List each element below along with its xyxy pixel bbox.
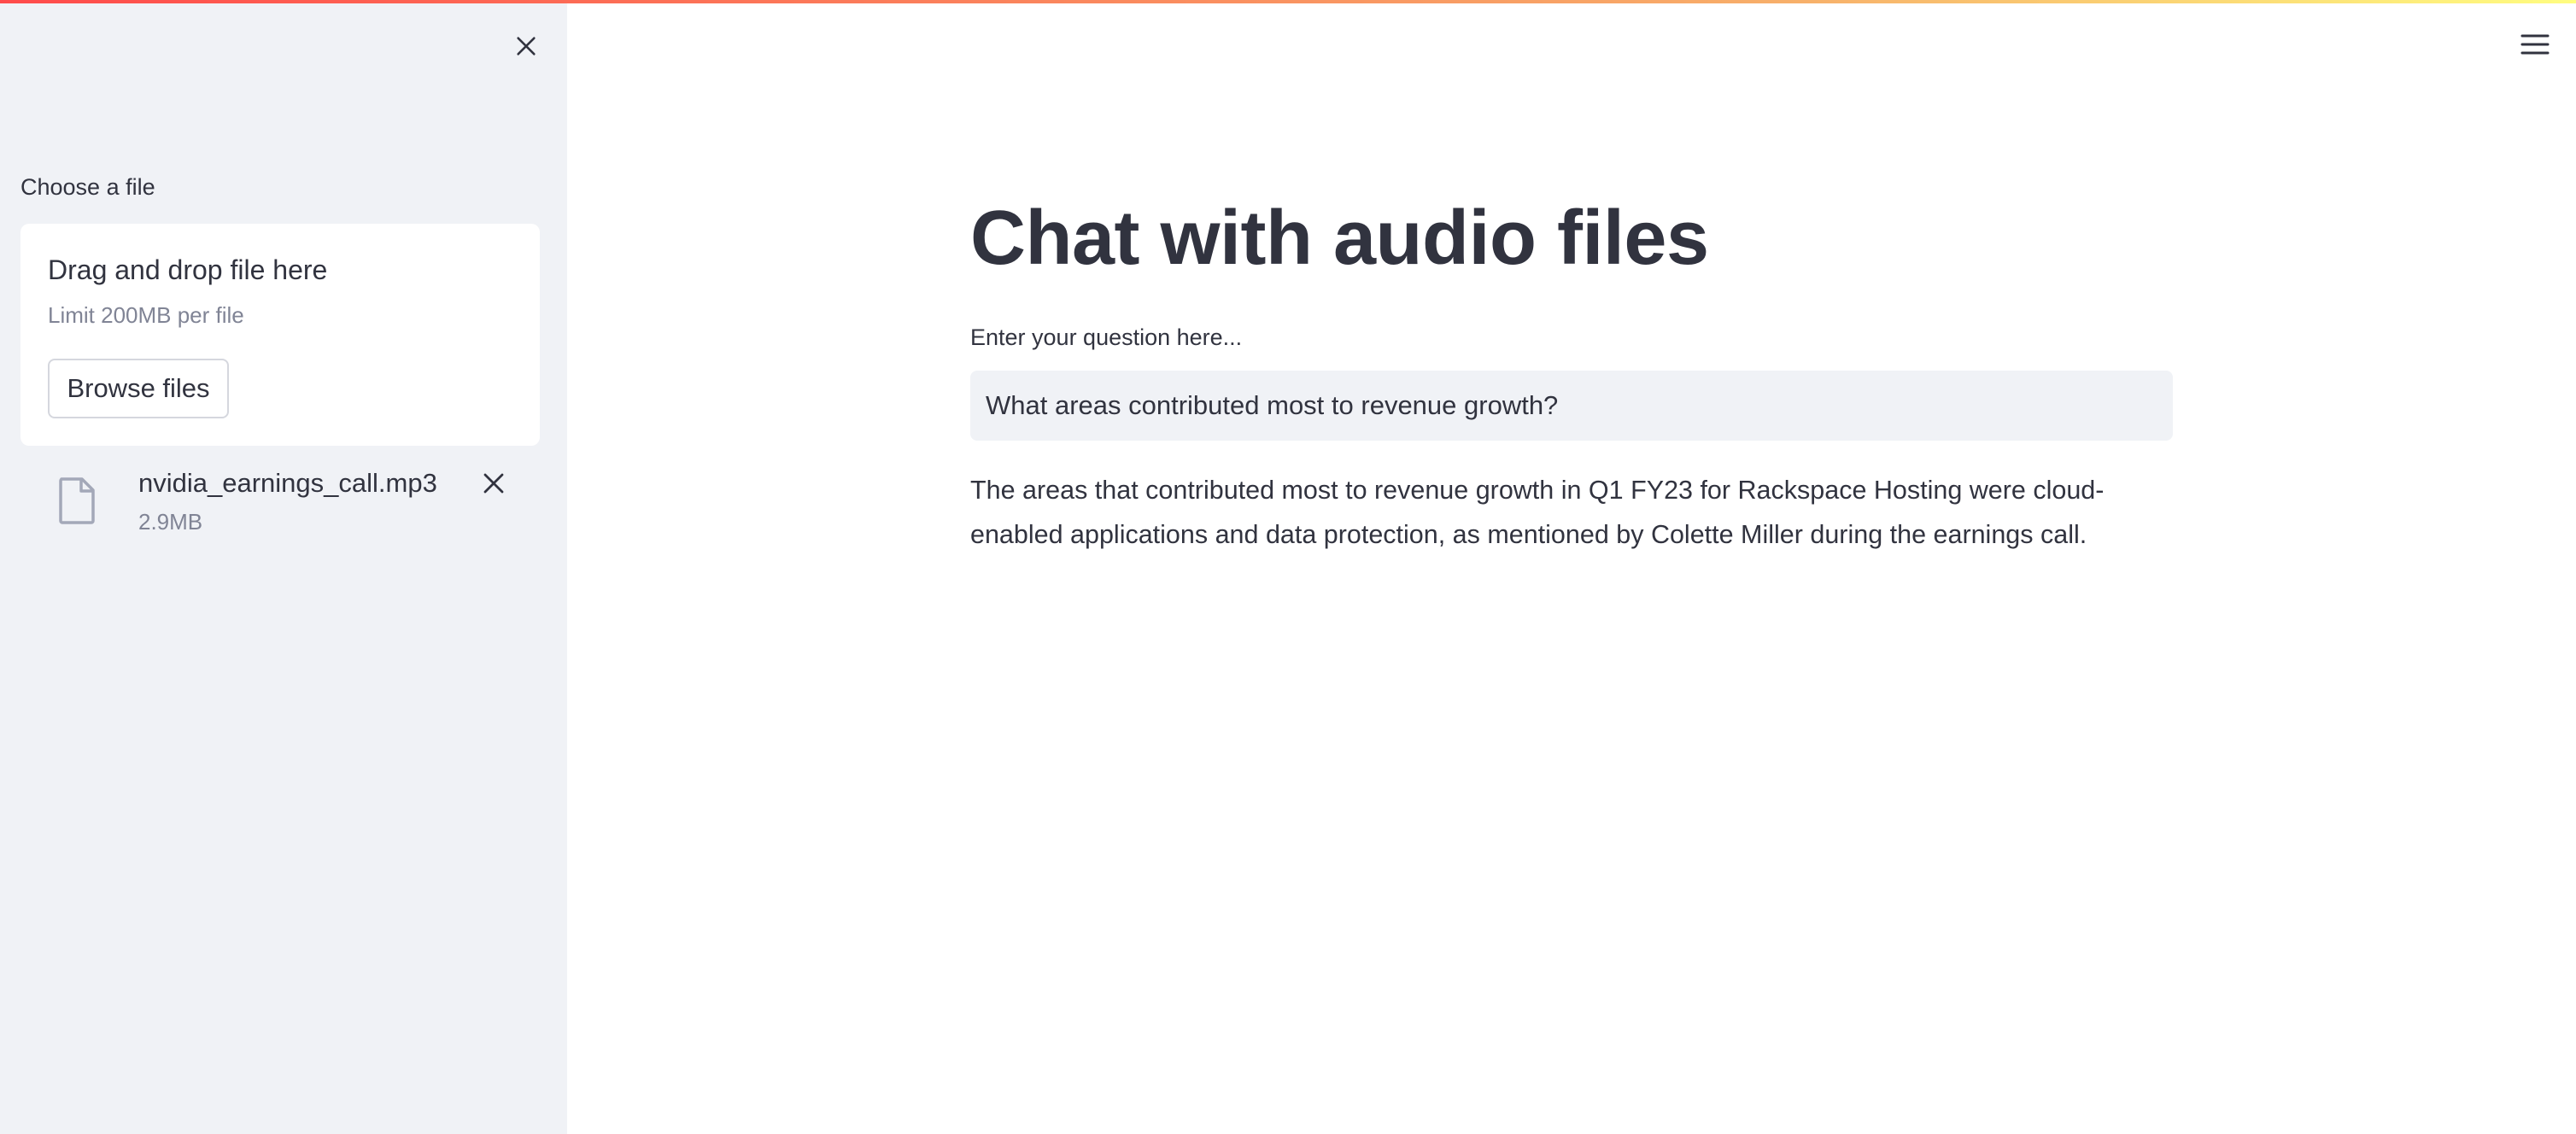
file-uploader-label: Choose a file (20, 174, 155, 200)
sidebar-close-button[interactable] (509, 29, 543, 63)
dropzone-title: Drag and drop file here (48, 254, 328, 285)
question-input-label: Enter your question here... (970, 324, 1243, 350)
sidebar: Choose a file Drag and drop file here Li… (0, 0, 567, 1134)
question-input[interactable] (970, 371, 2173, 441)
browse-files-button[interactable]: Browse files (48, 359, 229, 418)
hamburger-menu-icon (2520, 34, 2550, 55)
close-icon (483, 473, 504, 494)
uploaded-file-size: 2.9MB (138, 509, 203, 535)
answer-text: The areas that contributed most to reven… (970, 476, 2105, 549)
file-dropzone[interactable]: Drag and drop file here Limit 200MB per … (20, 224, 540, 446)
main-menu-button[interactable] (2516, 27, 2554, 61)
uploaded-file-item: nvidia_earnings_call.mp3 2.9MB (20, 461, 540, 555)
uploaded-file-name: nvidia_earnings_call.mp3 (138, 468, 437, 498)
file-icon (59, 477, 95, 524)
close-icon (517, 37, 536, 56)
main-content: Chat with audio files Enter your questio… (970, 0, 2173, 1134)
dropzone-size-limit: Limit 200MB per file (48, 302, 244, 328)
page-title: Chat with audio files (970, 196, 1709, 281)
remove-file-button[interactable] (477, 466, 511, 500)
top-decoration-bar (0, 0, 2576, 3)
